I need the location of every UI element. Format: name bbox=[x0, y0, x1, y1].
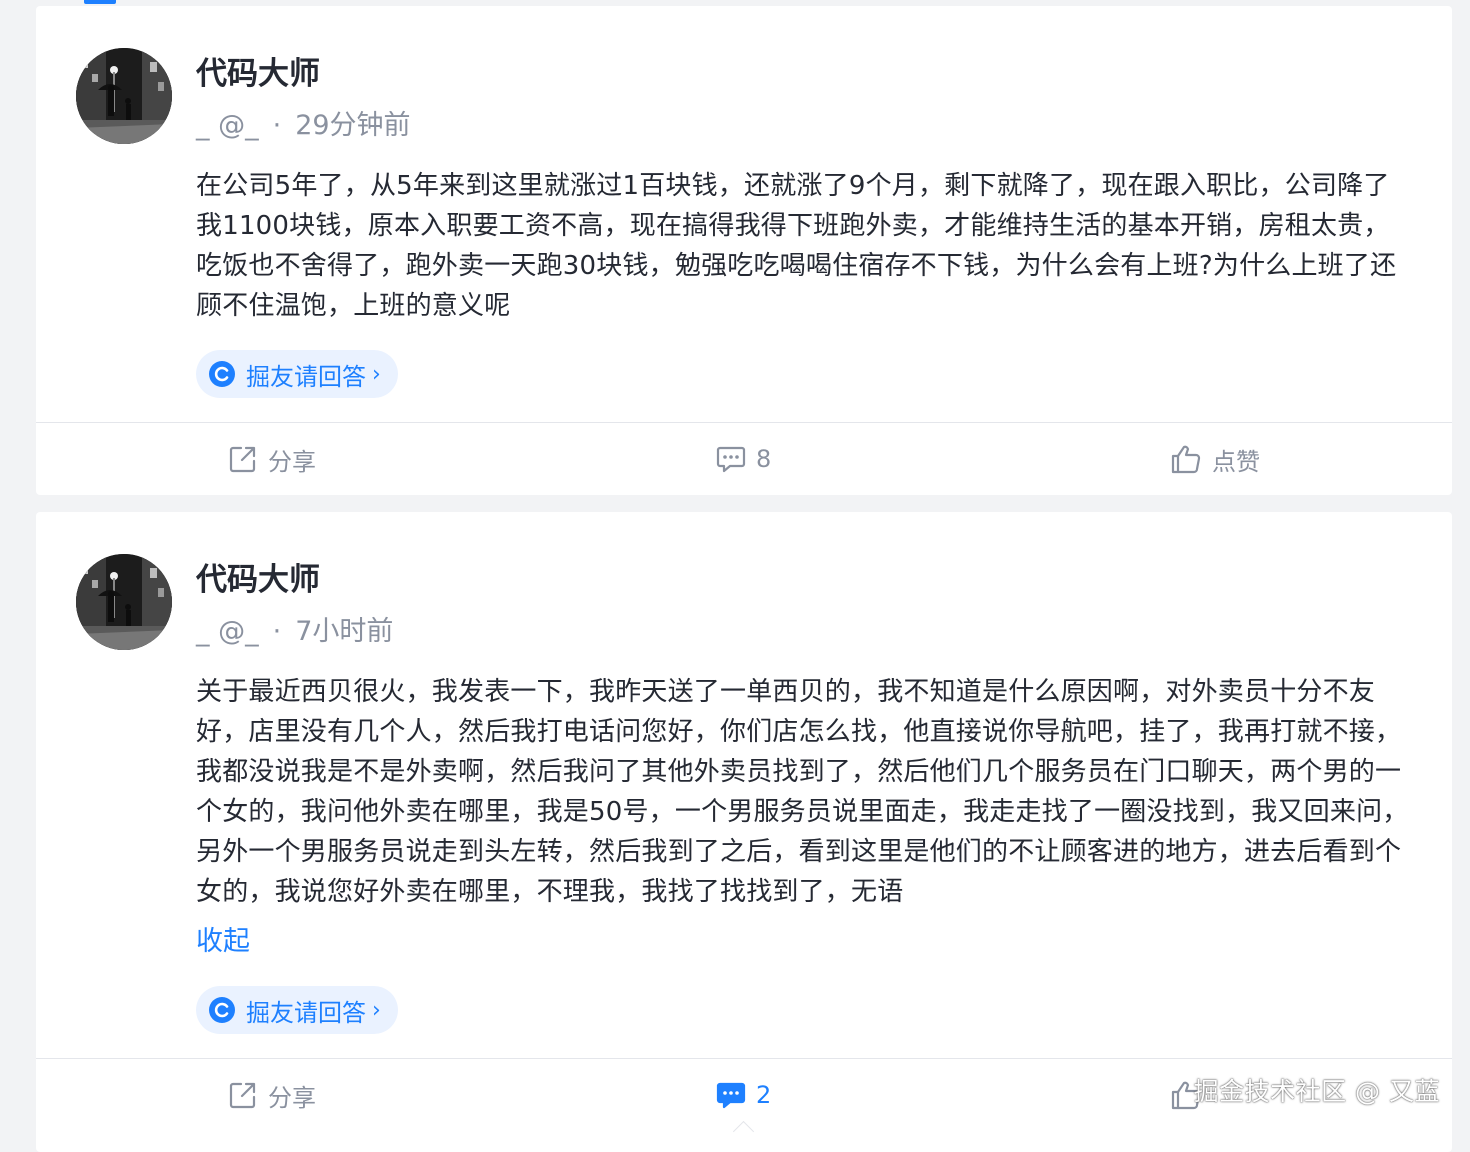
avatar[interactable] bbox=[76, 48, 172, 144]
answer-request-button[interactable]: 掘友请回答 › bbox=[196, 350, 398, 398]
answer-request-button[interactable]: 掘友请回答 › bbox=[196, 986, 398, 1034]
post-card: 代码大师 _ @_ · 7小时前 关于最近西贝很火，我发表一下，我昨天送了一单西贝的… bbox=[36, 512, 1452, 1152]
like-label: 点赞 bbox=[1212, 447, 1260, 476]
meta-separator: · bbox=[272, 616, 282, 647]
share-icon bbox=[229, 446, 256, 473]
post-content: 在公司5年了，从5年来到这里就涨过1百块钱，还就涨了9个月，剩下就降了，现在跟入… bbox=[196, 171, 1397, 321]
share-icon bbox=[229, 1082, 256, 1109]
share-button[interactable]: 分享 bbox=[228, 1059, 316, 1131]
post-time: 7小时前 bbox=[295, 616, 394, 647]
post-meta: _ @_ · 29分钟前 bbox=[196, 108, 411, 144]
post-action-bar: 分享 8 点赞 bbox=[36, 422, 1452, 495]
avatar[interactable] bbox=[76, 554, 172, 650]
like-button[interactable]: 点赞 bbox=[1170, 423, 1260, 495]
chevron-right-icon: › bbox=[372, 997, 381, 1023]
author-handle[interactable]: _ @_ bbox=[196, 110, 259, 141]
active-tab-indicator bbox=[84, 0, 116, 4]
comment-count: 2 bbox=[756, 1081, 772, 1109]
post-meta: _ @_ · 7小时前 bbox=[196, 614, 393, 650]
answer-request-label: 掘友请回答 bbox=[246, 362, 366, 391]
answer-request-label: 掘友请回答 bbox=[246, 998, 366, 1027]
author-name[interactable]: 代码大师 bbox=[196, 560, 320, 600]
avatar-image bbox=[76, 48, 172, 144]
chevron-right-icon: › bbox=[372, 361, 381, 387]
collapse-link[interactable]: 收起 bbox=[196, 922, 250, 962]
post-time: 29分钟前 bbox=[295, 110, 411, 141]
comment-icon bbox=[716, 446, 746, 473]
avatar-image bbox=[76, 554, 172, 650]
author-handle[interactable]: _ @_ bbox=[196, 616, 259, 647]
comment-count: 8 bbox=[756, 445, 772, 473]
meta-separator: · bbox=[272, 110, 282, 141]
watermark: 掘金技术社区 @ 又蓝 bbox=[1193, 1077, 1440, 1106]
juejin-answer-icon bbox=[208, 996, 236, 1024]
comment-icon bbox=[716, 1082, 746, 1109]
author-name[interactable]: 代码大师 bbox=[196, 54, 320, 94]
thumbs-up-icon bbox=[1171, 445, 1201, 474]
comment-button[interactable]: 8 bbox=[716, 423, 771, 495]
share-label: 分享 bbox=[268, 447, 316, 476]
post-card: 代码大师 _ @_ · 29分钟前 在公司5年了，从5年来到这里就涨过1百块钱，还就… bbox=[36, 6, 1452, 495]
share-button[interactable]: 分享 bbox=[228, 423, 316, 495]
juejin-answer-icon bbox=[208, 360, 236, 388]
share-label: 分享 bbox=[268, 1083, 316, 1112]
post-content: 关于最近西贝很火，我发表一下，我昨天送了一单西贝的，我不知道是什么原因啊，对外卖… bbox=[196, 677, 1409, 907]
